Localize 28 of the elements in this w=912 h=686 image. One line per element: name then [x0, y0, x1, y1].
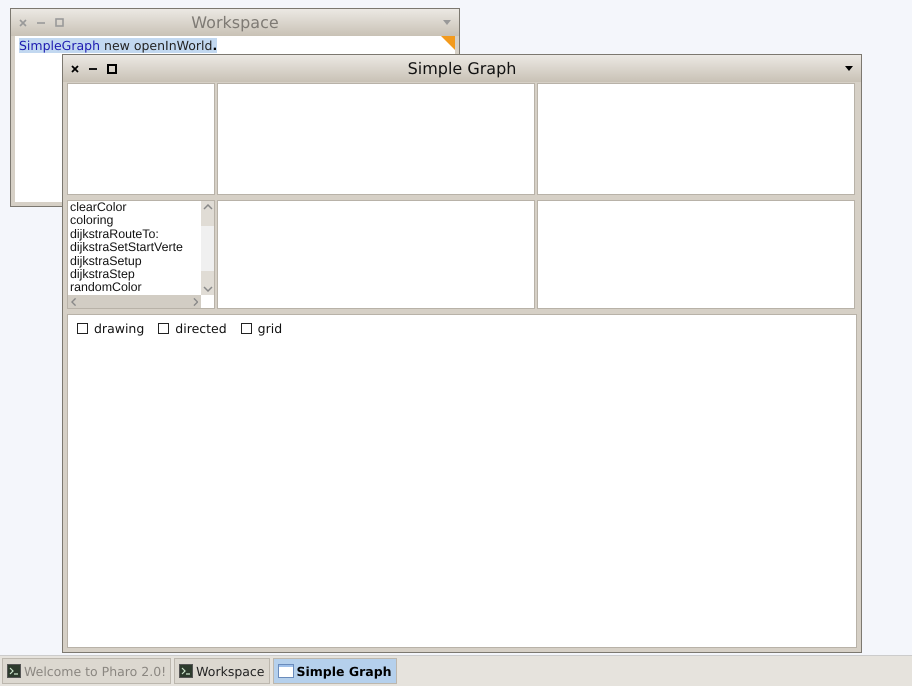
- list-item[interactable]: clearColor: [70, 201, 201, 214]
- option-checkbox[interactable]: directed: [158, 321, 227, 336]
- list-item[interactable]: dijkstraSetStartVerte: [70, 241, 201, 255]
- list-item[interactable]: coloring: [70, 214, 201, 228]
- window-title: Simple Graph: [408, 59, 516, 78]
- list-item[interactable]: dijkstraStep: [70, 268, 201, 282]
- code-token: new openInWorld: [100, 38, 212, 53]
- terminal-icon: [179, 664, 194, 678]
- scroll-thumb[interactable]: [201, 226, 214, 270]
- terminal-icon: [7, 664, 21, 678]
- taskbar-button[interactable]: Workspace: [174, 658, 270, 684]
- close-icon[interactable]: [71, 64, 79, 72]
- code-token: SimpleGraph: [19, 38, 100, 53]
- option-checkbox[interactable]: grid: [240, 321, 282, 336]
- list-item[interactable]: randomColor: [70, 281, 201, 295]
- option-checkbox[interactable]: drawing: [77, 321, 144, 336]
- horizontal-scrollbar[interactable]: [68, 295, 201, 308]
- taskbar-button[interactable]: Simple Graph: [272, 658, 397, 684]
- code-token: .: [212, 38, 218, 53]
- window-title: Workspace: [191, 13, 279, 32]
- window-icon: [278, 664, 294, 678]
- vertical-scrollbar[interactable]: [201, 201, 214, 295]
- maximize-icon[interactable]: [107, 64, 117, 74]
- method-list[interactable]: clearColor coloring dijkstraRouteTo: dijkstraSetStartVerte dijkstraSetup dijkstraStep randomColor: [67, 200, 215, 309]
- menu-caret-icon[interactable]: [845, 66, 853, 71]
- list-item[interactable]: dijkstraRouteTo:: [70, 228, 201, 242]
- list-item[interactable]: dijkstraSetup: [70, 254, 201, 268]
- corner-flag-icon: [441, 36, 455, 50]
